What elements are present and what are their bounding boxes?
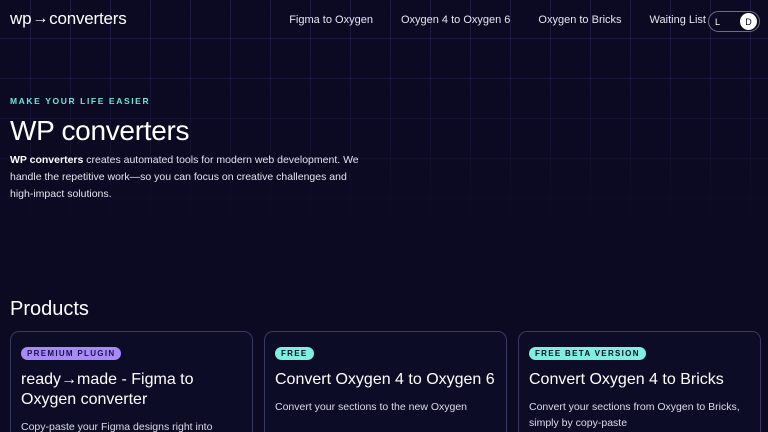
product-badge: FREE: [275, 347, 314, 360]
theme-toggle[interactable]: L D: [708, 11, 760, 32]
product-badge: FREE BETA VERSION: [529, 347, 646, 360]
nav-item-oxygen-to-bricks[interactable]: Oxygen to Bricks: [538, 14, 621, 26]
page-title: WP converters: [10, 115, 190, 146]
product-card-figma-to-oxygen[interactable]: PREMIUM PLUGIN ready→made - Figma to Oxy…: [10, 331, 253, 432]
product-description: Convert your sections from Oxygen to Bri…: [529, 401, 740, 429]
product-description: Convert your sections to the new Oxygen: [275, 401, 468, 413]
theme-light-option[interactable]: L: [715, 17, 720, 27]
nav-item-oxygen4-to-oxygen6[interactable]: Oxygen 4 to Oxygen 6: [401, 14, 510, 26]
arrow-right-icon: →: [32, 10, 49, 27]
product-card-oxygen-to-bricks[interactable]: FREE BETA VERSION Convert Oxygen 4 to Br…: [518, 331, 761, 432]
hero-section: MAKE YOUR LIFE EASIER WP converters WP c…: [10, 96, 370, 203]
product-badge: PREMIUM PLUGIN: [21, 347, 122, 360]
logo-text-converters: converters: [49, 9, 127, 28]
theme-dark-option[interactable]: D: [740, 13, 757, 30]
product-title: Convert Oxygen 4 to Oxygen 6: [275, 371, 495, 388]
product-title: Convert Oxygen 4 to Bricks: [529, 371, 724, 388]
hero-eyebrow: MAKE YOUR LIFE EASIER: [10, 96, 151, 106]
hero-description-brand: WP converters: [10, 154, 84, 166]
logo-text-wp: wp: [10, 9, 32, 28]
site-header: wp → converters Figma to Oxygen Oxygen 4…: [0, 0, 768, 42]
nav-item-waiting-list[interactable]: Waiting List: [650, 14, 706, 26]
products-heading: Products: [10, 298, 89, 320]
product-cards: PREMIUM PLUGIN ready→made - Figma to Oxy…: [10, 331, 761, 432]
product-card-oxygen4-to-oxygen6[interactable]: FREE Convert Oxygen 4 to Oxygen 6 Conver…: [264, 331, 507, 432]
hero-description: WP converters creates automated tools fo…: [10, 152, 370, 203]
product-description: Copy-paste your Figma designs right into: [21, 421, 213, 432]
site-logo[interactable]: wp → converters: [10, 9, 127, 29]
main-nav: Figma to Oxygen Oxygen 4 to Oxygen 6 Oxy…: [261, 14, 706, 26]
product-title: ready→made - Figma to Oxygen converter: [21, 371, 194, 408]
nav-item-figma-to-oxygen[interactable]: Figma to Oxygen: [289, 14, 373, 26]
